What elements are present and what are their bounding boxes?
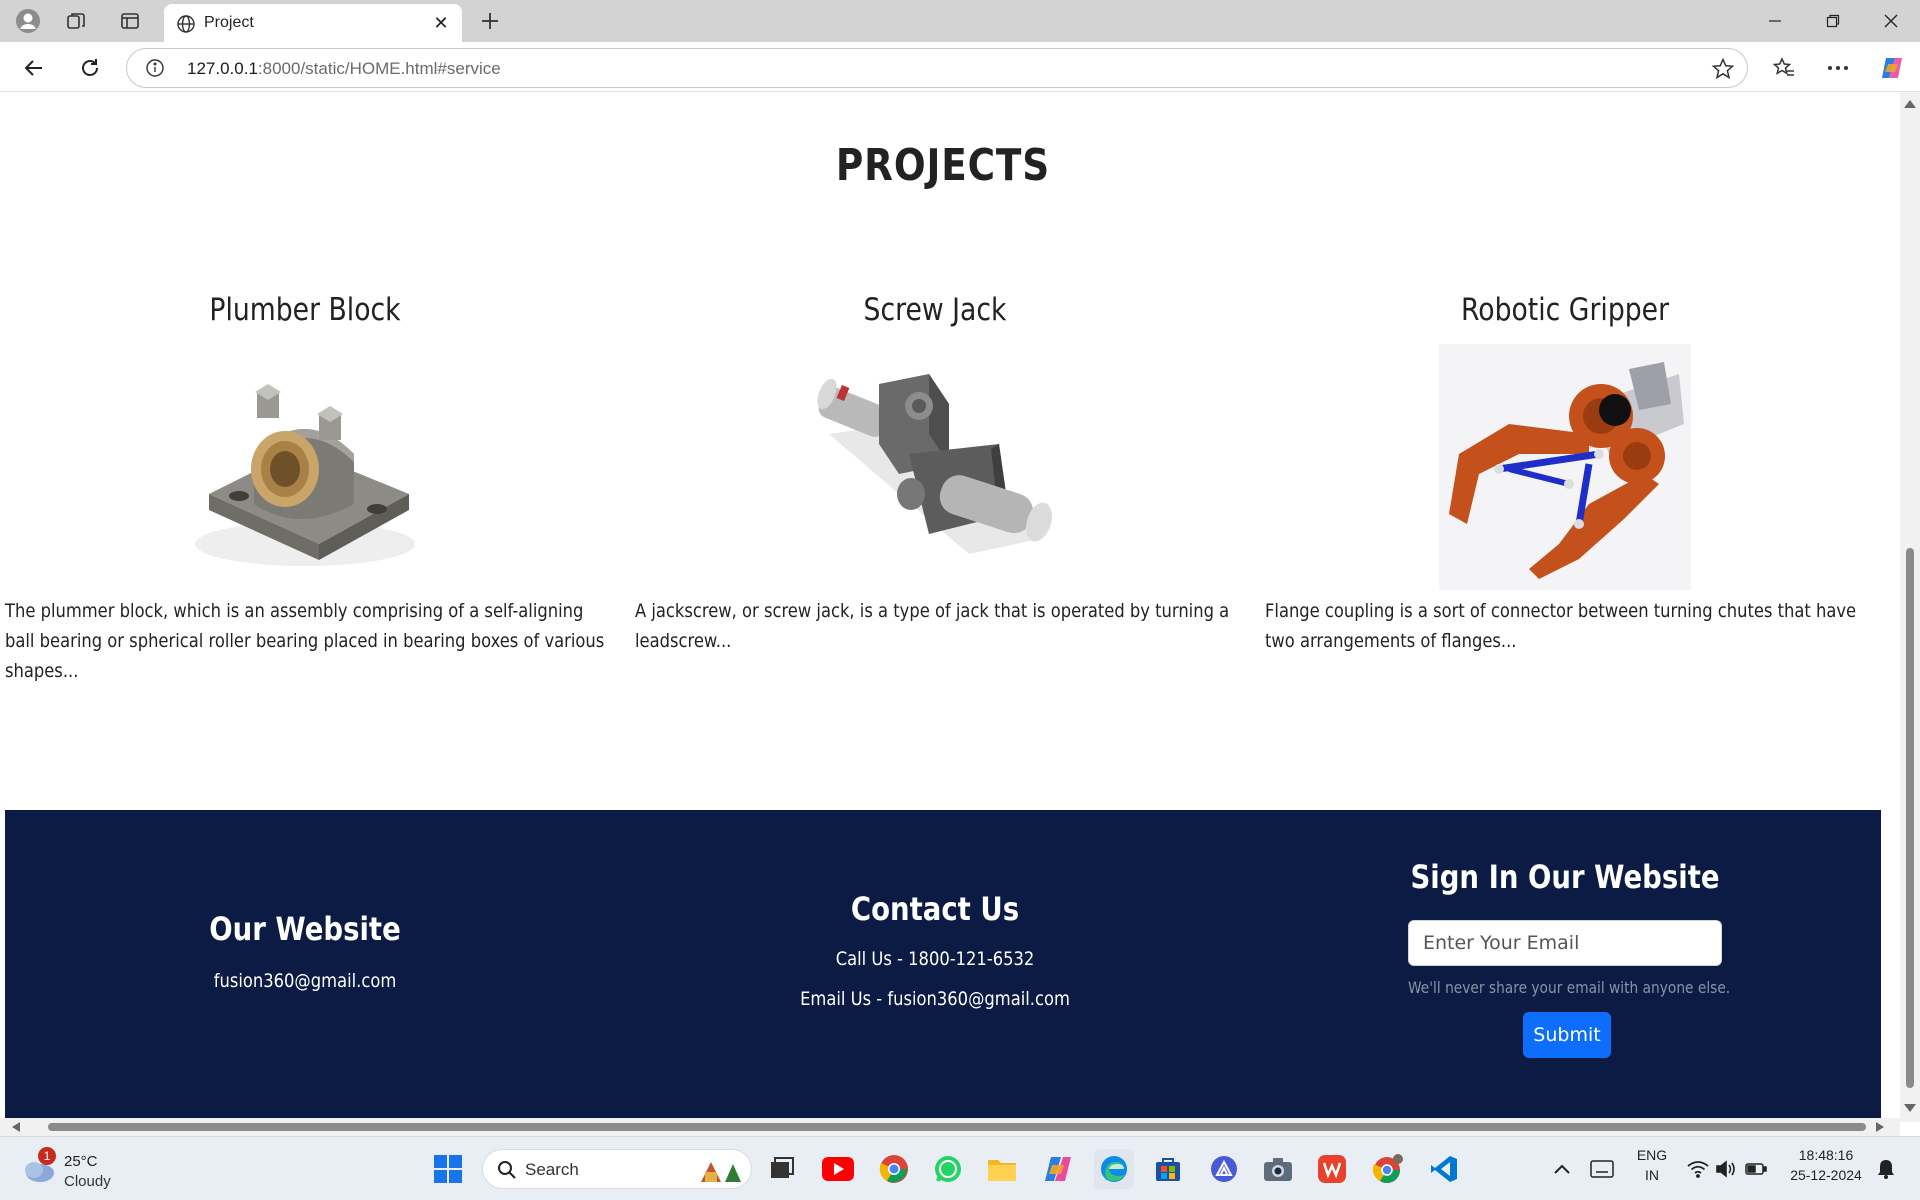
- whatsapp-icon[interactable]: [930, 1151, 966, 1187]
- submit-button[interactable]: Submit: [1523, 1012, 1611, 1058]
- plummer-block-image: [195, 384, 415, 566]
- search-icon: [498, 1161, 516, 1179]
- clock[interactable]: 18:48:16 25-12-2024: [1780, 1147, 1872, 1183]
- robotic-gripper-image: [1439, 344, 1691, 590]
- vertical-scroll-thumb[interactable]: [1906, 548, 1914, 1088]
- footer-contact-heading: Contact Us: [850, 890, 1020, 928]
- language-primary: ENG: [1636, 1147, 1668, 1163]
- search-label: Search: [525, 1160, 579, 1179]
- projects-heading: PROJECTS: [835, 140, 1051, 191]
- vpn-app-icon[interactable]: [1206, 1151, 1242, 1187]
- close-window-icon[interactable]: [1868, 6, 1914, 36]
- tab-actions-icon[interactable]: [114, 6, 146, 36]
- browser-toolbar: 127.0.0.1:8000/static/HOME.html#service: [0, 42, 1920, 92]
- project-card-robotic-gripper: Robotic Gripper Flange coupling is a sor…: [1265, 292, 1865, 656]
- clock-date: 25-12-2024: [1790, 1167, 1862, 1183]
- browser-tab-active[interactable]: Project ✕: [164, 4, 462, 42]
- signin-email-input[interactable]: [1408, 920, 1722, 966]
- scroll-down-arrow-icon[interactable]: [1904, 1104, 1916, 1112]
- footer-signin-heading: Sign In Our Website: [1410, 858, 1720, 896]
- footer-website-email[interactable]: fusion360@gmail.com: [47, 970, 563, 992]
- project-title: Plumber Block: [209, 292, 401, 328]
- clock-time: 18:48:16: [1798, 1147, 1854, 1163]
- task-view-icon[interactable]: [764, 1151, 800, 1187]
- footer-contact-phone: Call Us - 1800-121-6532: [835, 948, 1035, 970]
- file-explorer-icon[interactable]: [984, 1151, 1020, 1187]
- url-text[interactable]: 127.0.0.1:8000/static/HOME.html#service: [187, 59, 501, 79]
- vscode-icon[interactable]: [1426, 1151, 1462, 1187]
- horizontal-scrollbar[interactable]: [0, 1118, 1900, 1136]
- chrome-icon[interactable]: [876, 1151, 912, 1187]
- url-path: :8000/static/HOME.html#service: [257, 59, 501, 78]
- project-description: The plummer block, which is an assembly …: [5, 600, 605, 682]
- chrome-profile-icon[interactable]: [1370, 1151, 1406, 1187]
- project-description: A jackscrew, or screw jack, is a type of…: [635, 600, 1230, 652]
- taskbar-search[interactable]: Search: [482, 1149, 752, 1189]
- wps-office-icon[interactable]: [1314, 1151, 1350, 1187]
- project-title: Screw Jack: [863, 292, 1007, 328]
- battery-icon[interactable]: [1738, 1151, 1774, 1187]
- chevron-up-icon[interactable]: [1544, 1151, 1580, 1187]
- minimize-icon[interactable]: [1752, 6, 1798, 36]
- restore-icon[interactable]: [1810, 6, 1856, 36]
- project-card-plumber-block: Plumber Block The plummer block, which i…: [5, 292, 605, 686]
- weather-condition: Cloudy: [64, 1173, 111, 1190]
- notification-bell-icon[interactable]: [1868, 1151, 1904, 1187]
- search-highlight-icon: [701, 1162, 741, 1182]
- screw-jack-image: [817, 374, 1052, 554]
- workspaces-icon[interactable]: [60, 6, 92, 36]
- project-card-screw-jack: Screw Jack A jackscrew, or screw jack, i…: [635, 292, 1235, 656]
- profile-icon[interactable]: [12, 6, 44, 36]
- camera-icon[interactable]: [1260, 1151, 1296, 1187]
- project-description: Flange coupling is a sort of connector b…: [1265, 600, 1857, 652]
- footer-contact-email[interactable]: Email Us - fusion360@gmail.com: [677, 988, 1193, 1010]
- tab-title: Project: [204, 14, 254, 31]
- site-footer: Our Website fusion360@gmail.com Contact …: [5, 810, 1881, 1122]
- favorites-icon[interactable]: [1766, 50, 1802, 86]
- back-arrow-icon[interactable]: [16, 50, 52, 86]
- favorite-star-icon[interactable]: [1711, 57, 1735, 81]
- start-windows-icon[interactable]: [430, 1151, 466, 1187]
- youtube-icon[interactable]: [820, 1151, 856, 1187]
- address-bar[interactable]: 127.0.0.1:8000/static/HOME.html#service: [126, 48, 1748, 88]
- language-secondary: IN: [1645, 1167, 1659, 1183]
- email-help-text: We'll never share your email with anyone…: [1408, 978, 1731, 997]
- scroll-up-arrow-icon[interactable]: [1904, 100, 1916, 108]
- microsoft-store-icon[interactable]: [1150, 1151, 1186, 1187]
- copilot-icon[interactable]: [1874, 50, 1910, 86]
- keyboard-icon[interactable]: [1584, 1151, 1620, 1187]
- page-content: PROJECTS Plumber Block The plummer block…: [5, 92, 1881, 1122]
- weather-badge: 1: [38, 1147, 56, 1165]
- language-indicator[interactable]: ENG IN: [1626, 1147, 1678, 1183]
- close-tab-icon[interactable]: ✕: [428, 10, 454, 36]
- refresh-icon[interactable]: [72, 50, 108, 86]
- project-title: Robotic Gripper: [1460, 292, 1670, 328]
- weather-temperature: 25°C: [64, 1153, 98, 1170]
- scroll-left-arrow-icon[interactable]: [12, 1122, 20, 1132]
- footer-signin-column: Sign In Our Website: [1265, 858, 1865, 896]
- page-viewport: PROJECTS Plumber Block The plummer block…: [0, 92, 1900, 1122]
- scroll-right-arrow-icon[interactable]: [1876, 1122, 1884, 1132]
- site-info-icon[interactable]: [145, 58, 165, 78]
- new-tab-icon[interactable]: [474, 6, 506, 36]
- url-host: 127.0.0.1: [187, 59, 258, 78]
- browser-tab-bar: Project ✕: [0, 0, 1920, 42]
- footer-contact-column: Contact Us Call Us - 1800-121-6532 Email…: [635, 890, 1235, 1010]
- footer-website-column: Our Website fusion360@gmail.com: [5, 910, 605, 992]
- edge-icon[interactable]: [1094, 1149, 1134, 1189]
- globe-icon: [176, 14, 196, 39]
- weather-widget[interactable]: 1 25°C Cloudy: [22, 1147, 132, 1193]
- horizontal-scroll-thumb[interactable]: [48, 1123, 1866, 1131]
- copilot-app-icon[interactable]: [1040, 1151, 1076, 1187]
- more-menu-icon[interactable]: [1820, 50, 1856, 86]
- windows-taskbar: 1 25°C Cloudy Search ENG IN 18:48:16 25-…: [0, 1136, 1920, 1200]
- footer-website-heading: Our Website: [209, 910, 401, 948]
- vertical-scrollbar[interactable]: [1900, 92, 1920, 1122]
